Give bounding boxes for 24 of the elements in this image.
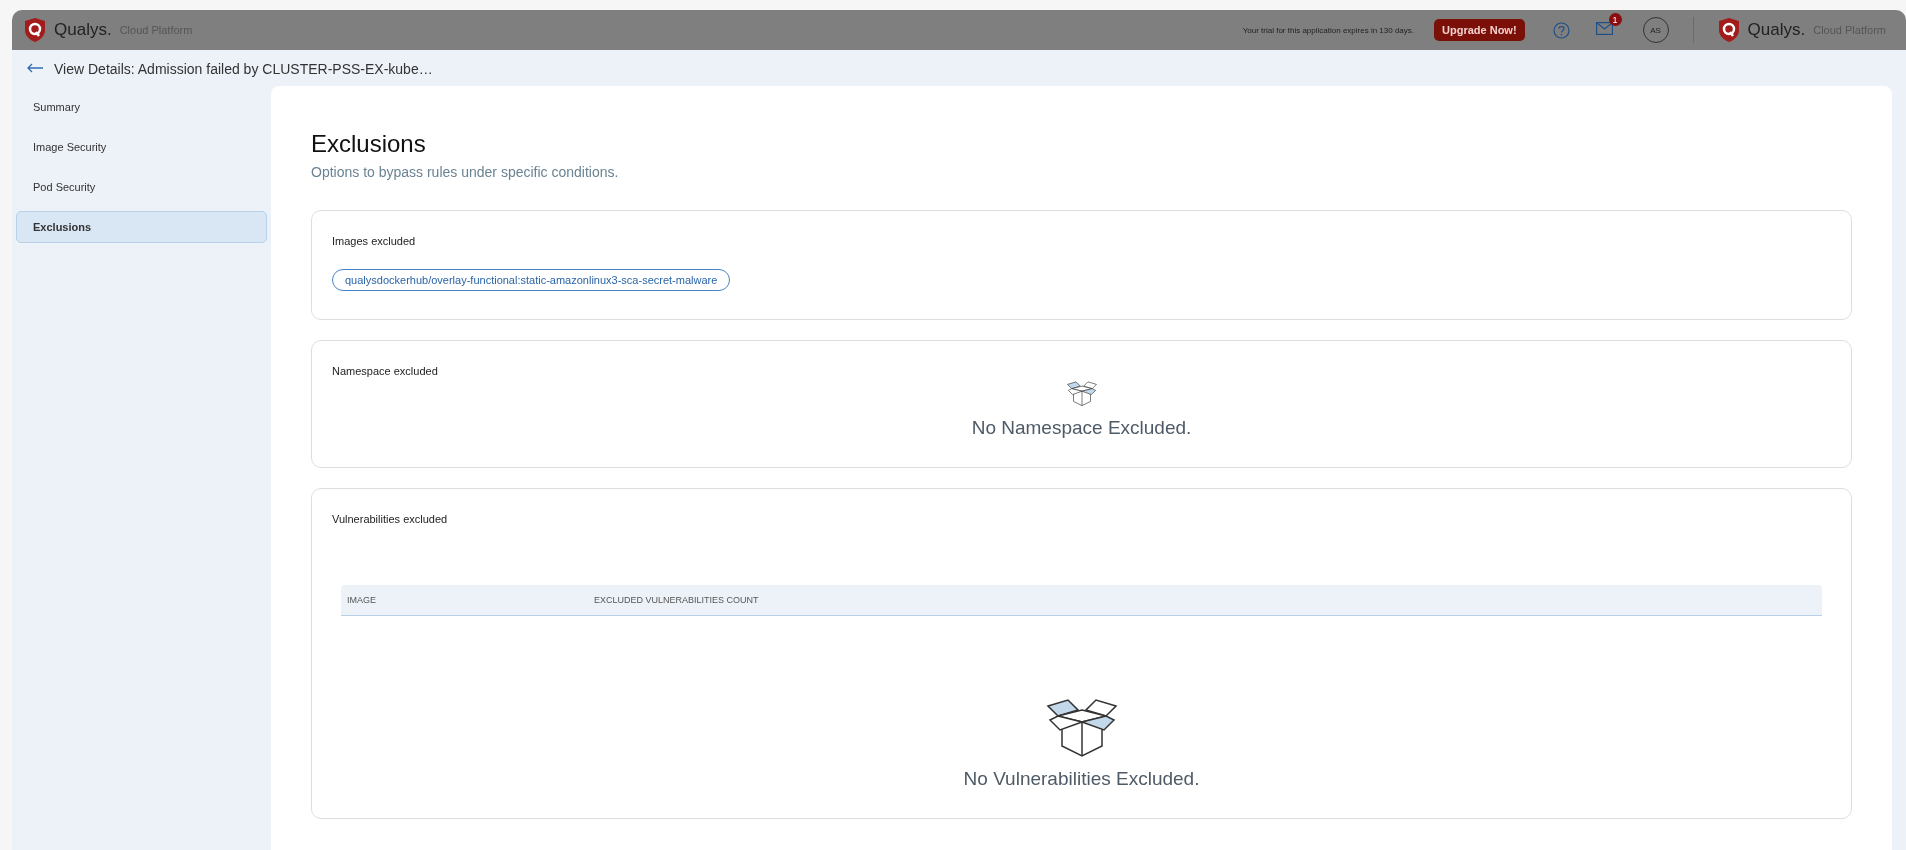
card-title: Vulnerabilities excluded: [332, 512, 449, 525]
sidebar-item[interactable]: Image Security: [16, 131, 267, 163]
page-title: View Details: Admission failed by CLUSTER-PSS-EX-kube…: [54, 60, 433, 77]
section-subtitle: Options to bypass rules under specific conditions.: [311, 164, 620, 180]
shield-logo-icon: [1717, 17, 1740, 43]
brand-name: Qualys.: [54, 20, 112, 40]
column-header: EXCLUDED VULNERABILITIES COUNT: [594, 594, 759, 605]
shield-logo-icon: [24, 17, 46, 43]
sidebar-item[interactable]: Summary: [16, 91, 267, 123]
brand-name: Qualys.: [1747, 20, 1806, 40]
sidebar-item[interactable]: Pod Security: [16, 171, 267, 203]
help-icon[interactable]: [1552, 21, 1570, 39]
notification-badge: 1: [1608, 13, 1622, 26]
sidebar-item[interactable]: Exclusions: [16, 211, 267, 243]
column-header: IMAGE: [346, 594, 377, 605]
section-title: Exclusions: [311, 130, 427, 158]
empty-message: No Namespace Excluded.: [971, 416, 1192, 439]
upgrade-button[interactable]: Upgrade Now!: [1434, 19, 1525, 41]
trial-notice: Your trial for this application expires in 130 days.: [1242, 25, 1415, 35]
mail-icon[interactable]: [1595, 22, 1613, 35]
card-title: Images excluded: [332, 235, 417, 247]
empty-box-icon: [1064, 381, 1099, 407]
empty-message: No Vulnerabilities Excluded.: [963, 767, 1200, 790]
card-title: Namespace excluded: [332, 365, 439, 377]
